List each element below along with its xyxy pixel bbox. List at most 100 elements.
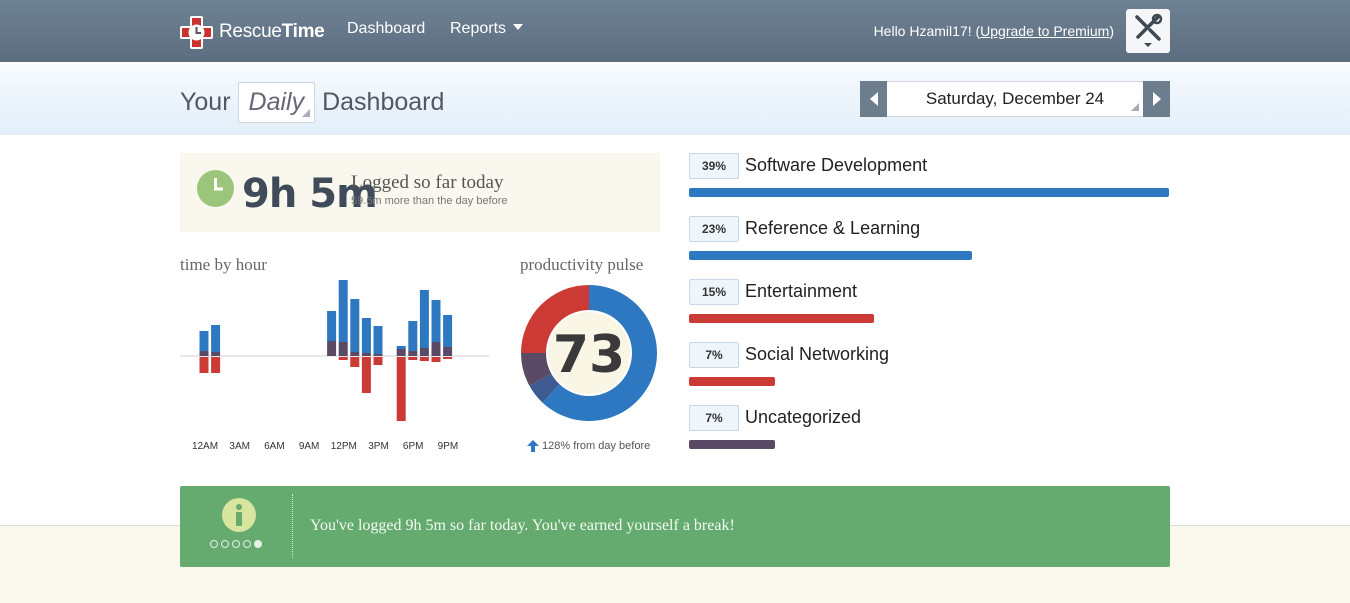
- productivity-pulse-title: productivity pulse: [520, 255, 644, 274]
- pagination-dot[interactable]: [243, 540, 251, 548]
- banner-message: You've logged 9h 5m so far today. You've…: [310, 517, 735, 534]
- arrow-left-icon: [869, 92, 878, 106]
- logo-text: RescueTime: [219, 21, 325, 42]
- category-label[interactable]: Software Development: [745, 155, 927, 176]
- hour-bar: [408, 351, 418, 356]
- tools-icon: [1135, 13, 1163, 47]
- pagination-dot[interactable]: [221, 540, 229, 548]
- banner-divider: [292, 494, 293, 558]
- hour-tick-label: 3PM: [368, 441, 389, 452]
- logged-time-label: Logged so far today: [351, 172, 504, 193]
- category-row[interactable]: 7% Uncategorized: [689, 405, 1169, 455]
- hour-bar: [443, 315, 453, 347]
- hour-bar-negative: [373, 357, 383, 365]
- hour-tick-label: 12PM: [331, 441, 357, 452]
- hour-bar: [327, 341, 337, 356]
- hour-bar-negative: [211, 357, 221, 373]
- category-label[interactable]: Reference & Learning: [745, 218, 920, 239]
- hour-bar: [361, 318, 371, 353]
- hour-bar: [338, 280, 348, 342]
- hour-bar-negative: [408, 357, 418, 360]
- category-label[interactable]: Uncategorized: [745, 407, 861, 428]
- hour-bar-negative: [199, 357, 209, 373]
- pulse-score: 73: [553, 325, 625, 385]
- date-navigation: Saturday, December 24: [860, 81, 1170, 117]
- logo[interactable]: RescueTime: [180, 15, 325, 49]
- hour-bar-negative: [419, 357, 429, 361]
- category-percent-badge: 15%: [689, 279, 739, 305]
- hour-bar: [338, 342, 348, 356]
- hour-bar-negative: [431, 357, 441, 362]
- hour-tick-label: 3AM: [229, 441, 250, 452]
- category-bar: [689, 377, 775, 386]
- period-select[interactable]: Daily: [237, 82, 316, 123]
- hour-bar: [396, 349, 406, 356]
- hour-bar: [373, 326, 383, 354]
- hour-bar-negative: [361, 357, 371, 393]
- hour-bar: [373, 354, 383, 356]
- category-row[interactable]: 39% Software Development: [689, 153, 1169, 203]
- hour-bar: [431, 342, 441, 356]
- category-label[interactable]: Social Networking: [745, 344, 889, 365]
- logged-time-comparison: 59.6m more than the day before: [351, 195, 508, 207]
- hour-bar: [396, 346, 406, 349]
- nav-reports-menu[interactable]: Reports: [450, 20, 524, 38]
- hour-bar: [443, 347, 453, 356]
- user-greeting: Hello Hzamil17! (Upgrade to Premium): [873, 23, 1114, 39]
- arrow-right-icon: [1152, 92, 1161, 106]
- hour-bar: [408, 321, 418, 351]
- hour-bar: [350, 352, 360, 356]
- category-label[interactable]: Entertainment: [745, 281, 857, 302]
- category-row[interactable]: 15% Entertainment: [689, 279, 1169, 329]
- category-percent-badge: 7%: [689, 405, 739, 431]
- hour-bar: [199, 331, 209, 351]
- hour-bar: [419, 348, 429, 356]
- clock-icon: [197, 170, 234, 207]
- upgrade-to-premium-link[interactable]: Upgrade to Premium: [980, 23, 1109, 39]
- info-icon: [222, 498, 256, 532]
- hour-bar: [419, 290, 429, 348]
- hour-bar-negative: [338, 357, 348, 360]
- category-row[interactable]: 23% Reference & Learning: [689, 216, 1169, 266]
- category-percent-badge: 39%: [689, 153, 739, 179]
- select-corner-icon: [302, 109, 311, 117]
- pulse-change: 128% from day before: [527, 440, 650, 452]
- hour-bar: [211, 352, 221, 356]
- banner-pagination: [210, 540, 262, 548]
- settings-tools-button[interactable]: [1126, 9, 1170, 53]
- hour-bar: [361, 353, 371, 356]
- hour-bar-negative: [443, 357, 453, 359]
- hour-bar: [350, 299, 360, 352]
- arrow-up-icon: [527, 440, 539, 452]
- category-bar: [689, 188, 1169, 197]
- hour-bar: [211, 325, 221, 352]
- nav-dashboard-link[interactable]: Dashboard: [347, 20, 425, 38]
- pagination-dot[interactable]: [254, 540, 262, 548]
- hour-bar: [431, 300, 441, 342]
- pagination-dot[interactable]: [210, 540, 218, 548]
- time-by-hour-chart: 12AM 3AM 6AM 9AM 12PM 3PM 6PM 9PM: [180, 280, 489, 452]
- productivity-pulse-chart: 73: [521, 285, 657, 421]
- category-row[interactable]: 7% Social Networking: [689, 342, 1169, 392]
- hour-bar: [327, 311, 337, 341]
- top-navigation-bar: RescueTime Dashboard Reports Hello Hzami…: [0, 0, 1350, 62]
- category-bar: [689, 314, 874, 323]
- logged-time-summary: 9h 5m Logged so far today 59.6m more tha…: [180, 153, 660, 232]
- hour-tick-label: 12AM: [192, 441, 218, 452]
- date-picker[interactable]: Saturday, December 24: [887, 81, 1143, 117]
- nav-reports-label: Reports: [450, 20, 507, 37]
- hour-bar-negative: [396, 357, 406, 421]
- hour-tick-label: 9PM: [438, 441, 459, 452]
- chevron-down-icon: [513, 24, 524, 30]
- info-banner: You've logged 9h 5m so far today. You've…: [180, 486, 1170, 567]
- pagination-dot[interactable]: [232, 540, 240, 548]
- hour-bar-negative: [350, 357, 360, 367]
- next-day-button[interactable]: [1143, 81, 1170, 117]
- select-corner-icon: [1131, 103, 1139, 111]
- category-bar: [689, 251, 972, 260]
- previous-day-button[interactable]: [860, 81, 887, 117]
- category-percent-badge: 7%: [689, 342, 739, 368]
- rescuetime-logo-icon: [180, 15, 213, 49]
- dashboard-title: Your Daily Dashboard: [180, 82, 444, 123]
- hour-tick-label: 6AM: [264, 441, 285, 452]
